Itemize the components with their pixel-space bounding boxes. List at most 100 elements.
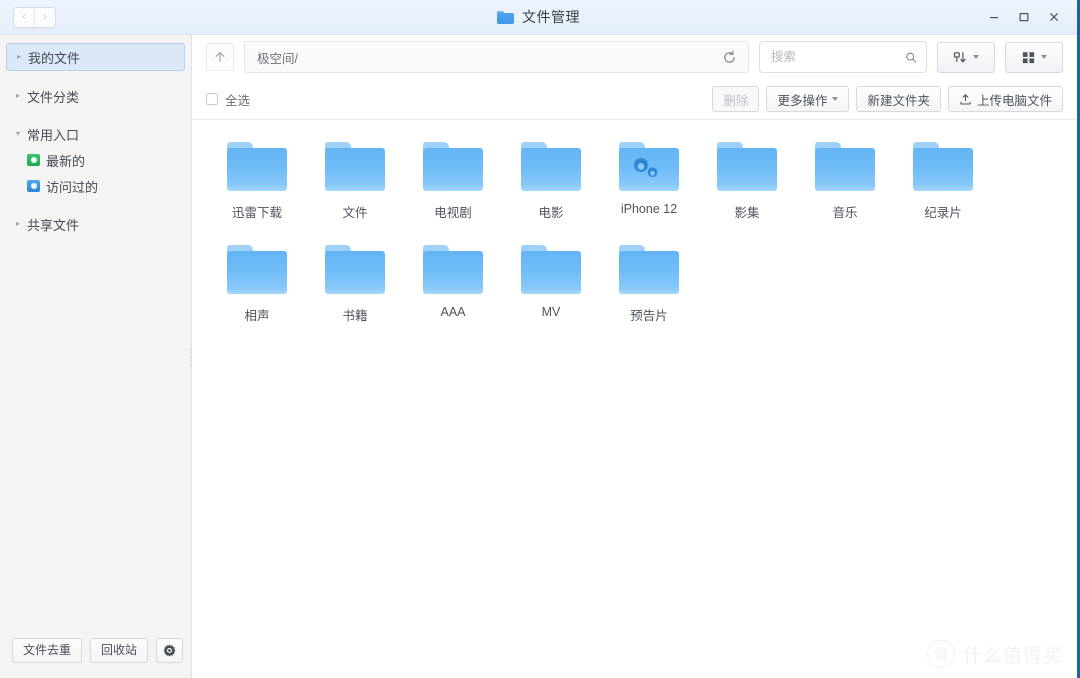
recycle-bin-button[interactable]: 回收站 <box>90 637 149 663</box>
file-grid: 迅雷下载 文件 电视剧 电影 iPhone 12 影集 音乐 纪录片相声 书籍 AAA MV 预告片 <box>192 138 1077 344</box>
file-name-label: 相声 <box>244 309 270 323</box>
file-name-label: 电影 <box>538 206 564 220</box>
sidebar-item-label: 我的文件 <box>28 50 81 66</box>
search-box[interactable] <box>759 41 927 73</box>
window-title: 文件管理 <box>522 9 580 25</box>
folder-body <box>521 251 581 294</box>
watermark-text: 什么值得买 <box>962 645 1063 667</box>
forward-button[interactable]: › <box>34 7 55 27</box>
folder-body <box>325 148 385 191</box>
maximize-icon <box>1019 12 1029 22</box>
arrow-up-icon <box>215 51 225 63</box>
main-panel: 极空间/ 搜索 全选 删除 更多操作 新建文件夹 上传电脑文件 迅雷下载 文件 … <box>192 35 1077 678</box>
chevron-right-icon: ▸ <box>16 91 21 100</box>
file-item[interactable]: 电视剧 <box>404 138 502 241</box>
back-button[interactable]: ‹ <box>14 7 34 27</box>
sidebar-item-label: 共享文件 <box>27 217 80 233</box>
file-item[interactable]: iPhone 12 <box>600 138 698 241</box>
gear-overlay-icon <box>633 157 658 178</box>
chevron-right-icon: › <box>43 11 47 23</box>
chevron-right-icon: ▸ <box>17 52 22 61</box>
chevron-down-icon <box>832 97 839 101</box>
navigation-buttons: ‹ › <box>13 6 56 28</box>
grid-view-icon <box>1022 51 1035 63</box>
refresh-button[interactable] <box>718 46 740 68</box>
file-name-label: 书籍 <box>342 309 368 323</box>
dedupe-button[interactable]: 文件去重 <box>12 637 83 663</box>
action-buttons: 删除 更多操作 新建文件夹 上传电脑文件 <box>712 86 1063 112</box>
file-item[interactable]: 迅雷下载 <box>208 138 306 241</box>
folder-body <box>619 251 679 294</box>
chevron-left-icon: ‹ <box>22 11 26 23</box>
file-name-label: 纪录片 <box>924 206 962 220</box>
folder-icon <box>520 142 582 192</box>
path-breadcrumb[interactable]: 极空间/ <box>244 41 749 73</box>
file-item[interactable]: 电影 <box>502 138 600 241</box>
view-mode-button[interactable] <box>1005 41 1063 73</box>
select-all-checkbox[interactable] <box>206 93 218 105</box>
go-up-button[interactable] <box>206 43 234 71</box>
file-item[interactable]: 影集 <box>698 138 796 241</box>
maximize-button[interactable] <box>1009 4 1039 30</box>
sidebar-item-label: 访问过的 <box>46 179 99 195</box>
folder-body <box>227 148 287 191</box>
sidebar-item-my-files[interactable]: ▸ 我的文件 <box>6 43 185 71</box>
close-button[interactable] <box>1039 4 1069 30</box>
chevron-down-icon: ▾ <box>16 129 21 138</box>
chevron-down-icon <box>1041 55 1047 59</box>
folder-icon <box>422 142 484 192</box>
file-manager-window: ‹ › 文件管理 ▸ 我的文件 ▸ 文件分类 ▾ 常用入口 最新的 访问过的 ▸… <box>0 0 1080 678</box>
file-item[interactable]: 文件 <box>306 138 404 241</box>
file-item[interactable]: 相声 <box>208 241 306 344</box>
file-name-label: 文件 <box>342 206 368 220</box>
sidebar-item-visited[interactable]: 访问过的 <box>0 173 191 199</box>
folder-icon <box>226 245 288 295</box>
minimize-button[interactable] <box>979 4 1009 30</box>
more-actions-label: 更多操作 <box>777 93 828 108</box>
new-folder-button[interactable]: 新建文件夹 <box>856 86 941 112</box>
file-item[interactable]: 音乐 <box>796 138 894 241</box>
sort-button[interactable] <box>937 41 995 73</box>
folder-icon <box>497 10 514 24</box>
sidebar-item-file-categories[interactable]: ▸ 文件分类 <box>6 83 185 109</box>
sidebar: ▸ 我的文件 ▸ 文件分类 ▾ 常用入口 最新的 访问过的 ▸ 共享文件 文件去… <box>0 35 192 678</box>
folder-icon <box>226 142 288 192</box>
file-name-label: 影集 <box>734 206 760 220</box>
file-name-label: 音乐 <box>832 206 858 220</box>
sidebar-item-recent[interactable]: 最新的 <box>0 147 191 173</box>
sidebar-item-common-entries[interactable]: ▾ 常用入口 <box>6 121 185 147</box>
watermark-badge: 值 <box>926 640 955 668</box>
select-all-control[interactable]: 全选 <box>206 90 250 109</box>
chevron-right-icon: ▸ <box>16 219 21 228</box>
settings-button[interactable] <box>156 637 184 663</box>
search-icon[interactable] <box>905 50 917 65</box>
sidebar-item-label: 常用入口 <box>27 127 80 143</box>
path-value: 极空间/ <box>257 51 298 66</box>
more-actions-button[interactable]: 更多操作 <box>766 86 850 112</box>
sidebar-item-label: 文件分类 <box>27 89 80 105</box>
file-item[interactable]: MV <box>502 241 600 344</box>
action-bar: 全选 删除 更多操作 新建文件夹 上传电脑文件 <box>192 79 1077 120</box>
folder-body <box>521 148 581 191</box>
close-icon <box>1049 12 1059 22</box>
file-item[interactable]: 书籍 <box>306 241 404 344</box>
folder-icon <box>618 245 680 295</box>
sort-icon <box>953 51 966 62</box>
file-name-label: 预告片 <box>630 309 668 323</box>
folder-body <box>717 148 777 191</box>
sidebar-item-shared-files[interactable]: ▸ 共享文件 <box>6 211 185 237</box>
title-bar: ‹ › 文件管理 <box>0 0 1077 35</box>
file-list-area: 迅雷下载 文件 电视剧 电影 iPhone 12 影集 音乐 纪录片 相声 书籍 AAA MV 预告片 … <box>192 120 1077 678</box>
sidebar-item-label: 最新的 <box>46 153 86 169</box>
folder-icon <box>422 245 484 295</box>
delete-button[interactable]: 删除 <box>712 86 760 112</box>
folder-icon <box>520 245 582 295</box>
file-name-label: AAA <box>440 305 466 319</box>
file-item[interactable]: 纪录片 <box>894 138 992 241</box>
file-name-label: iPhone 12 <box>620 202 678 216</box>
search-input[interactable] <box>769 49 905 65</box>
upload-files-button[interactable]: 上传电脑文件 <box>947 86 1063 112</box>
file-item[interactable]: 预告片 <box>600 241 698 344</box>
folder-body <box>227 251 287 294</box>
file-item[interactable]: AAA <box>404 241 502 344</box>
